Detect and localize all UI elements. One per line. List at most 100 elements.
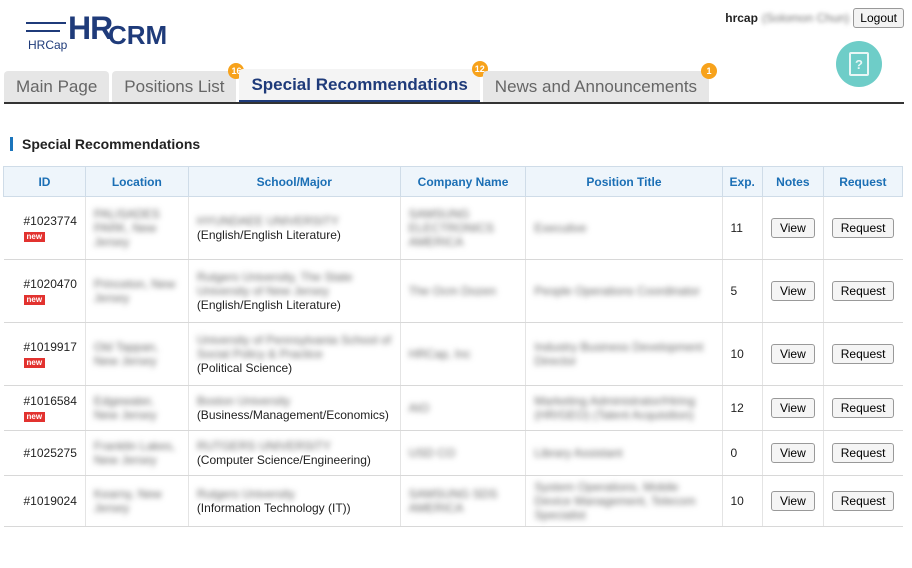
request-button[interactable]: Request xyxy=(831,443,895,463)
exp-cell: 5 xyxy=(721,259,763,323)
school-cell: HYUNDAEE UNIVERSITY (English/English Lit… xyxy=(187,196,401,260)
position-text: System Operations, Mobile Device Managem… xyxy=(534,480,696,522)
request-cell: Request xyxy=(822,385,903,431)
notes-cell: View xyxy=(761,475,824,527)
main-tabs: Main Page Positions List 16 Special Reco… xyxy=(4,61,718,103)
tab-main-page[interactable]: Main Page xyxy=(4,71,110,103)
exp-cell: 10 xyxy=(721,322,763,386)
new-badge: new xyxy=(23,295,46,305)
request-button[interactable]: Request xyxy=(831,398,895,418)
company-text: USD CO xyxy=(408,446,456,460)
school-text: Rutgers University, The State University… xyxy=(196,270,353,298)
table-row: #1025275 Franklin Lakes, New Jersey RUTG… xyxy=(3,430,903,476)
view-notes-button[interactable]: View xyxy=(770,281,815,301)
major-text: (English/English Literature) xyxy=(196,298,341,312)
school-cell: Rutgers University, The State University… xyxy=(187,259,401,323)
notes-cell: View xyxy=(761,385,824,431)
exp-cell: 11 xyxy=(721,196,763,260)
notes-cell: View xyxy=(761,196,824,260)
col-header-location[interactable]: Location xyxy=(84,166,189,197)
request-cell: Request xyxy=(822,259,903,323)
position-text: Marketing Administrator/Hiring (HR/GEO) … xyxy=(534,394,696,422)
new-badge: new xyxy=(23,412,46,422)
col-header-school[interactable]: School/Major xyxy=(187,166,401,197)
position-cell: Executive xyxy=(525,196,722,260)
company-cell: HRCap, Inc xyxy=(399,322,526,386)
school-cell: Rutgers University (Information Technolo… xyxy=(187,475,401,527)
tab-label: Special Recommendations xyxy=(251,74,468,94)
new-badge: new xyxy=(23,232,46,242)
school-cell: Boston University (Business/Management/E… xyxy=(187,385,401,431)
table-row: #1023774 new PALISADES PARK, New Jersey … xyxy=(3,196,903,260)
view-notes-button[interactable]: View xyxy=(770,443,815,463)
id-cell: #1020470 new xyxy=(3,259,86,323)
help-button[interactable]: ? xyxy=(836,41,882,87)
col-header-company[interactable]: Company Name xyxy=(399,166,527,197)
company-text: The Ocm Dozen xyxy=(408,284,497,298)
location-text: Old Tappan, New Jersey xyxy=(93,340,159,368)
logout-button[interactable]: Logout xyxy=(853,8,904,28)
position-text: Executive xyxy=(534,221,587,235)
location-cell: Kearny, New Jersey xyxy=(84,475,189,527)
company-text: AIO xyxy=(408,401,430,415)
company-cell: AIO xyxy=(399,385,526,431)
location-text: PALISADES PARK, New Jersey xyxy=(93,207,160,249)
col-header-exp[interactable]: Exp. xyxy=(721,166,763,197)
table-row: #1020470 new Princeton, New Jersey Rutge… xyxy=(3,259,903,323)
logo-cap: HRCap xyxy=(28,38,68,52)
tab-positions-list[interactable]: Positions List 16 xyxy=(112,63,245,103)
position-cell: Library Assistant xyxy=(525,430,722,476)
username: hrcap xyxy=(725,11,758,25)
position-cell: People Operations Coordinator xyxy=(525,259,722,323)
request-button[interactable]: Request xyxy=(831,491,895,511)
notes-cell: View xyxy=(761,259,824,323)
hrcap-logo[interactable]: HR HRCap CRM xyxy=(26,10,176,52)
view-notes-button[interactable]: View xyxy=(770,491,815,511)
request-cell: Request xyxy=(822,196,903,260)
position-text: Industry Business Development Director xyxy=(534,340,704,368)
school-text: HYUNDAEE UNIVERSITY xyxy=(196,214,339,228)
id-cell: #1019917 new xyxy=(3,322,86,386)
exp-cell: 10 xyxy=(721,475,763,527)
school-text: Boston University xyxy=(196,394,291,408)
user-area: hrcap (Solomon Chun) Logout xyxy=(725,8,904,28)
school-cell: University of Pennsylvania School of Soc… xyxy=(187,322,401,386)
location-cell: Old Tappan, New Jersey xyxy=(84,322,189,386)
company-text: SAMSUNG SDS AMERICA xyxy=(408,487,498,515)
tab-news-announcements[interactable]: News and Announcements 1 xyxy=(482,63,718,103)
company-cell: SAMSUNG ELECTRONICS AMERICA xyxy=(399,196,526,260)
school-text: Rutgers University xyxy=(196,487,295,501)
view-notes-button[interactable]: View xyxy=(770,344,815,364)
request-button[interactable]: Request xyxy=(831,344,895,364)
col-header-position[interactable]: Position Title xyxy=(525,166,723,197)
company-cell: The Ocm Dozen xyxy=(399,259,526,323)
tab-label: Main Page xyxy=(16,77,98,96)
major-text: (Computer Science/Engineering) xyxy=(196,453,371,467)
record-id: #1016584 xyxy=(23,394,77,408)
major-text: (Business/Management/Economics) xyxy=(196,408,389,422)
table-row: #1019024 Kearny, New Jersey Rutgers Univ… xyxy=(3,475,903,527)
table-header-row: ID Location School/Major Company Name Po… xyxy=(3,166,904,197)
location-cell: Edgewater, New Jersey xyxy=(84,385,189,431)
school-text: RUTGERS UNIVERSITY xyxy=(196,439,331,453)
request-button[interactable]: Request xyxy=(831,218,895,238)
view-notes-button[interactable]: View xyxy=(770,218,815,238)
recommendations-table: ID Location School/Major Company Name Po… xyxy=(3,166,904,527)
tab-special-recommendations[interactable]: Special Recommendations 12 xyxy=(239,61,488,103)
logo-crm: CRM xyxy=(108,20,168,50)
col-header-notes: Notes xyxy=(761,166,824,197)
logo-line xyxy=(26,30,60,32)
view-notes-button[interactable]: View xyxy=(770,398,815,418)
position-text: Library Assistant xyxy=(534,446,623,460)
tab-label: News and Announcements xyxy=(494,77,698,96)
school-cell: RUTGERS UNIVERSITY (Computer Science/Eng… xyxy=(187,430,401,476)
col-header-request: Request xyxy=(822,166,904,197)
id-cell: #1019024 xyxy=(3,475,86,527)
school-text: University of Pennsylvania School of Soc… xyxy=(196,333,391,361)
col-header-id[interactable]: ID xyxy=(3,166,86,197)
company-text: HRCap, Inc xyxy=(408,347,471,361)
logo-hr: HR xyxy=(68,10,113,46)
major-text: (English/English Literature) xyxy=(196,228,341,242)
request-button[interactable]: Request xyxy=(831,281,895,301)
company-cell: SAMSUNG SDS AMERICA xyxy=(399,475,526,527)
